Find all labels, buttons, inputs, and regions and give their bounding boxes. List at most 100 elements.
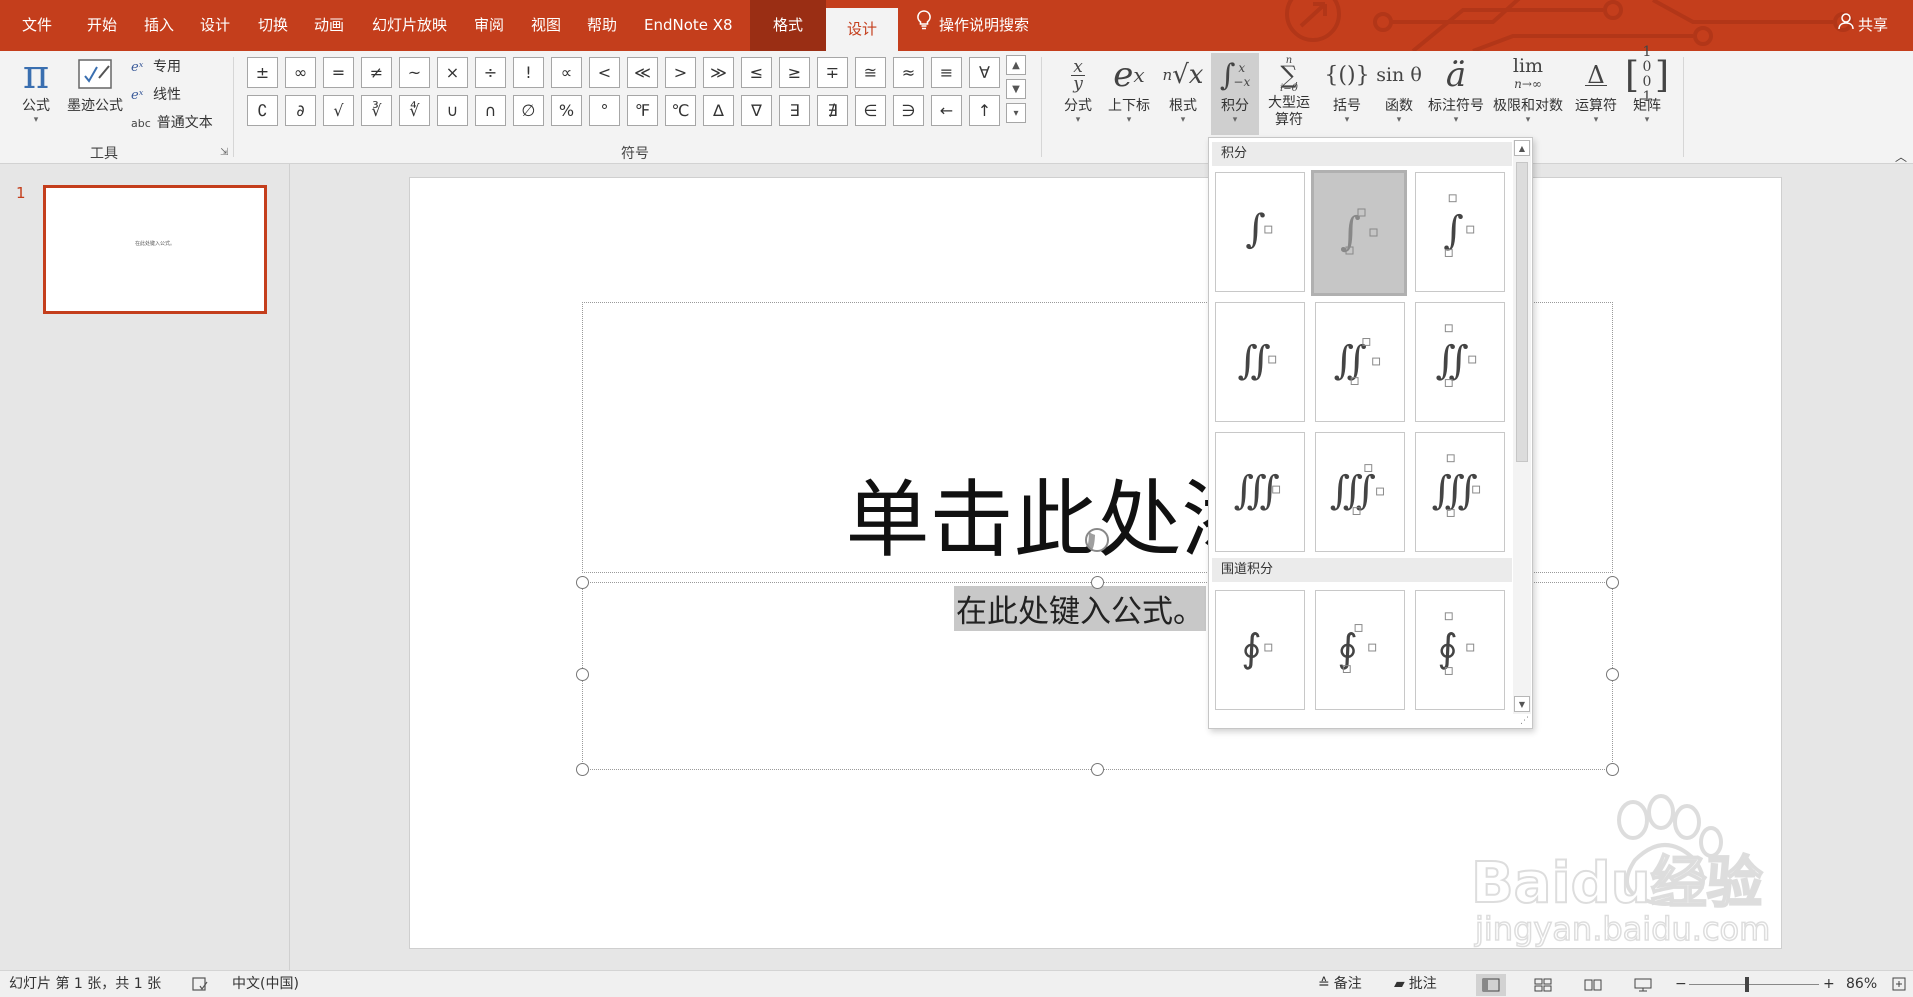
function-button[interactable]: sin θ 函数 ▾ [1376,53,1422,125]
dropdown-scrollbar[interactable]: ▲ ▼ [1513,140,1531,714]
fraction-button[interactable]: xy 分式 ▾ [1060,53,1096,125]
scroll-down-icon[interactable]: ▼ [1514,696,1530,712]
double-integral-option[interactable]: ∬ [1315,302,1405,422]
resize-handle[interactable] [1091,576,1104,589]
ink-equation-button[interactable]: 墨迹公式 [64,53,126,115]
symbol-button[interactable]: ∞ [285,57,316,88]
symbol-button[interactable]: ← [931,95,962,126]
zoom-level[interactable]: 86% [1846,971,1877,997]
resize-handle[interactable] [1606,576,1619,589]
tab-endnote[interactable]: EndNote X8 [644,0,733,51]
normal-text-button[interactable]: abc 普通文本 [131,112,213,132]
rotate-handle-icon[interactable] [1085,528,1109,552]
professional-button[interactable]: eˣ 专用 [131,56,181,76]
zoom-out-icon[interactable]: − [1675,971,1687,997]
double-integral-option[interactable]: ∬ [1215,302,1305,422]
contour-integral-option[interactable]: ∮ [1415,590,1505,710]
symbol-button[interactable]: ∆ [703,95,734,126]
contour-integral-option[interactable]: ∮ [1315,590,1405,710]
triple-integral-option[interactable]: ∭ [1415,432,1505,552]
resize-handle[interactable] [1091,763,1104,776]
resize-handle[interactable] [576,668,589,681]
large-operator-button[interactable]: n ∑ i=0 大型运算符 [1263,53,1315,129]
tab-design[interactable]: 设计 [200,0,230,51]
resize-handle[interactable] [1606,668,1619,681]
symbol-button[interactable]: ± [247,57,278,88]
symbol-button[interactable]: > [665,57,696,88]
symbol-button[interactable]: ≡ [931,57,962,88]
symbol-button[interactable]: % [551,95,582,126]
resize-handle[interactable] [576,763,589,776]
integral-option[interactable]: ∫ [1415,172,1505,292]
symbol-button[interactable]: ↑ [969,95,1000,126]
tab-context-format[interactable]: 格式 [750,0,826,51]
bracket-button[interactable]: {()} 括号 ▾ [1324,53,1369,126]
integral-option[interactable]: ∫ [1215,172,1305,292]
fit-to-window-icon[interactable] [1891,971,1907,997]
slide-sorter-view-icon[interactable] [1528,974,1558,996]
accessibility-check-icon[interactable] [192,971,208,997]
slide-thumbnail[interactable]: 在此处键入公式。 [43,185,267,314]
reading-view-icon[interactable] [1578,974,1608,996]
triple-integral-option[interactable]: ∭ [1215,432,1305,552]
symbol-button[interactable]: ∪ [437,95,468,126]
symbol-button[interactable]: ∅ [513,95,544,126]
symbol-button[interactable]: < [589,57,620,88]
symbol-button[interactable]: ≪ [627,57,658,88]
triple-integral-option[interactable]: ∭ [1315,432,1405,552]
zoom-in-icon[interactable]: + [1823,971,1835,997]
symbol-button[interactable]: ° [589,95,620,126]
resize-handle[interactable] [576,576,589,589]
matrix-button[interactable]: [1 00 1] 矩阵 ▾ [1625,45,1669,126]
tab-insert[interactable]: 插入 [144,0,174,51]
tab-equation-design[interactable]: 设计 [826,8,898,51]
tab-file[interactable]: 文件 [22,0,52,51]
collapse-ribbon-icon[interactable]: ︿ [1895,148,1907,165]
normal-view-icon[interactable] [1476,974,1506,996]
symbol-button[interactable]: ∝ [551,57,582,88]
symbol-button[interactable]: ≥ [779,57,810,88]
tab-view[interactable]: 视图 [531,0,561,51]
symbol-button[interactable]: ∛ [361,95,392,126]
script-button[interactable]: ex 上下标 ▾ [1104,53,1154,125]
symbol-button[interactable]: ∂ [285,95,316,126]
symbol-button[interactable]: ∓ [817,57,848,88]
scrollbar-thumb[interactable] [1516,162,1528,462]
symbol-button[interactable]: ≅ [855,57,886,88]
scroll-up-icon[interactable]: ▲ [1514,140,1530,156]
symbol-button[interactable]: ∋ [893,95,924,126]
symbol-button[interactable]: ∀ [969,57,1000,88]
tell-me-search[interactable]: 操作说明搜索 [917,0,1029,51]
zoom-slider-thumb[interactable] [1745,977,1749,992]
symbol-button[interactable]: ≠ [361,57,392,88]
symbol-button[interactable]: ∄ [817,95,848,126]
language-status[interactable]: 中文(中国) [232,971,299,997]
tab-home[interactable]: 开始 [87,0,117,51]
symbol-button[interactable]: ~ [399,57,430,88]
symbol-button[interactable]: = [323,57,354,88]
dialog-launcher-icon[interactable]: ⇲ [220,147,228,158]
tab-slideshow[interactable]: 幻灯片放映 [372,0,447,51]
symbol-button[interactable]: ≈ [893,57,924,88]
symbol-button[interactable]: × [437,57,468,88]
notes-button[interactable]: ≙ 备注 [1318,971,1362,997]
tab-review[interactable]: 审阅 [474,0,504,51]
operator-button[interactable]: Δ 运算符 ▾ [1571,53,1621,126]
symbol-gallery-more[interactable]: ▾ [1006,103,1026,123]
linear-button[interactable]: eˣ 线性 [131,84,181,104]
symbol-button[interactable]: ! [513,57,544,88]
comments-button[interactable]: ▰ 批注 [1394,971,1437,997]
resize-handle[interactable] [1606,763,1619,776]
integral-option-selected[interactable]: ∫ [1311,170,1407,296]
symbol-button[interactable]: ∩ [475,95,506,126]
integral-button[interactable]: ∫ x −x 积分 ▾ [1211,53,1259,135]
equation-text[interactable]: 在此处键入公式。 [954,586,1206,631]
slideshow-view-icon[interactable] [1628,974,1658,996]
symbol-scroll-down[interactable]: ▼ [1006,79,1026,99]
zoom-slider[interactable] [1689,984,1819,985]
limit-log-button[interactable]: lim n→∞ 极限和对数 ▾ [1490,53,1566,126]
symbol-button[interactable]: ℉ [627,95,658,126]
double-integral-option[interactable]: ∬ [1415,302,1505,422]
symbol-button[interactable]: ∇ [741,95,772,126]
contour-integral-option[interactable]: ∮ [1215,590,1305,710]
